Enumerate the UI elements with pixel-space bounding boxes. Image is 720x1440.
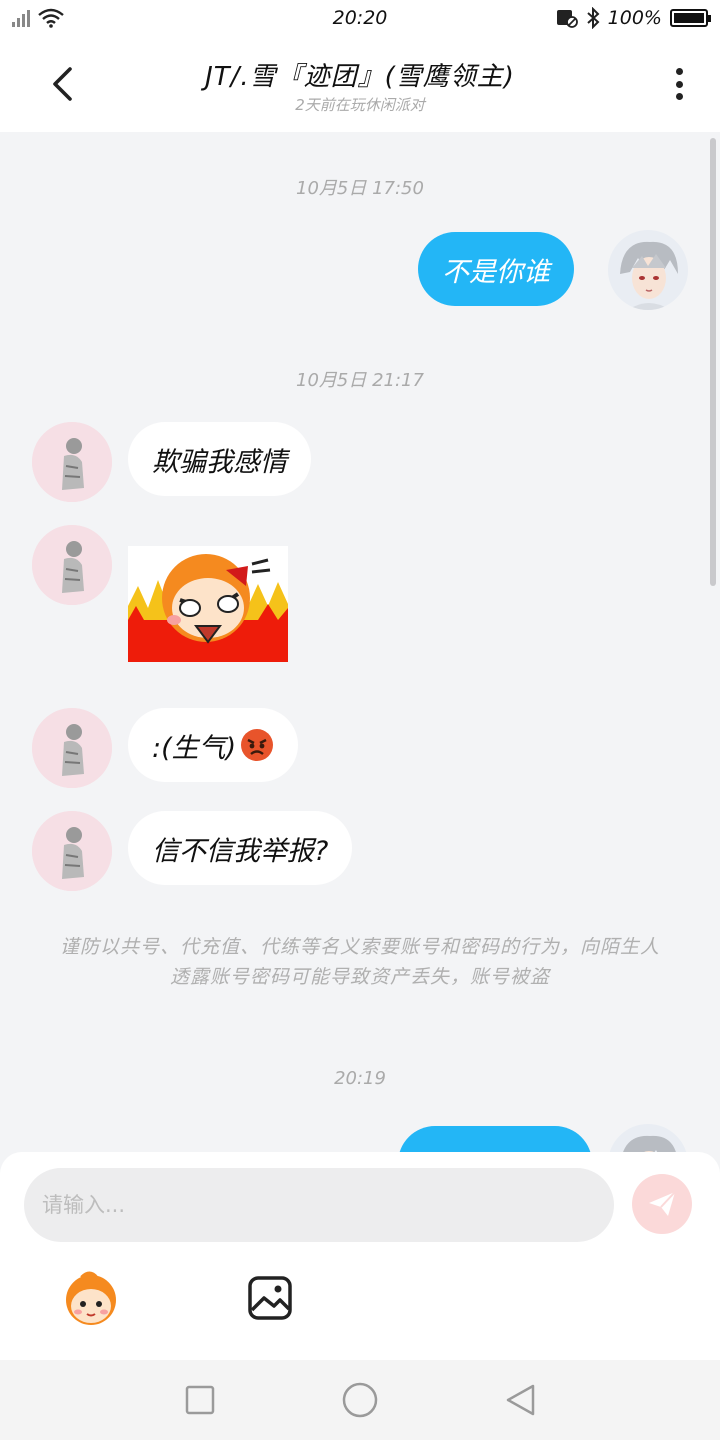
message-text: :(生气) — [152, 732, 237, 764]
triangle-back-icon — [506, 1384, 535, 1416]
send-button[interactable] — [632, 1174, 692, 1234]
home-button[interactable] — [338, 1378, 382, 1422]
angry-character-sticker-icon — [128, 546, 288, 662]
outgoing-message-partial[interactable] — [398, 1126, 592, 1154]
contact-avatar[interactable] — [32, 422, 112, 502]
chat-header: JT/.雪『迹团』(雪鹰领主) 2天前在玩休闲派对 — [0, 36, 720, 132]
avatar-figure-icon — [32, 708, 112, 788]
avatar-figure-icon — [32, 422, 112, 502]
angry-sticker[interactable] — [128, 546, 288, 662]
my-avatar[interactable] — [608, 230, 688, 310]
chat-area[interactable]: 10月5日 17:50 不是你谁 10月5日 21:17 欺骗我感情:(生气)… — [0, 132, 720, 1154]
paper-plane-icon — [649, 1191, 676, 1216]
circle-icon — [342, 1382, 378, 1418]
status-time: 20:20 — [332, 7, 388, 29]
incoming-message[interactable]: 欺骗我感情 — [128, 422, 311, 496]
avatar-figure-icon — [32, 525, 112, 605]
outgoing-message[interactable]: 不是你谁 — [418, 232, 574, 306]
recent-apps-button[interactable] — [178, 1378, 222, 1422]
battery-icon — [670, 9, 711, 27]
status-bar: 20:20 100% — [0, 0, 720, 36]
timestamp: 20:19 — [334, 1068, 386, 1089]
avatar-portrait-icon — [608, 230, 688, 310]
timestamp: 10月5日 17:50 — [296, 178, 424, 199]
input-panel — [0, 1152, 720, 1360]
more-options-button[interactable] — [664, 64, 694, 104]
image-button[interactable] — [246, 1274, 294, 1322]
more-vertical-icon — [675, 68, 683, 75]
incoming-message[interactable]: :(生气) — [128, 708, 299, 782]
contact-avatar[interactable] — [32, 811, 112, 891]
incoming-message[interactable]: 信不信我举报? — [128, 811, 353, 885]
square-icon — [185, 1385, 215, 1415]
avatar-portrait-icon — [608, 1124, 688, 1154]
contact-avatar[interactable] — [32, 525, 112, 605]
scrollbar[interactable] — [710, 138, 716, 586]
sticker-face-icon — [66, 1271, 116, 1325]
message-input[interactable] — [24, 1168, 614, 1242]
contact-status: 2天前在玩休闲派对 — [295, 96, 425, 114]
avatar-figure-icon — [32, 811, 112, 891]
angry-face-emoji-icon — [241, 729, 274, 761]
timestamp: 10月5日 21:17 — [296, 370, 424, 391]
contact-avatar[interactable] — [32, 708, 112, 788]
back-nav-button[interactable] — [498, 1378, 542, 1422]
sticker-button[interactable] — [60, 1270, 122, 1326]
my-avatar[interactable] — [608, 1124, 688, 1154]
contact-name: JT/.雪『迹团』(雪鹰领主) — [205, 62, 515, 92]
system-nav-bar — [0, 1360, 720, 1440]
image-icon — [248, 1276, 292, 1320]
safety-notice: 谨防以共号、代充值、代练等名义索要账号和密码的行为，向陌生人透露账号密码可能导致… — [60, 936, 661, 988]
